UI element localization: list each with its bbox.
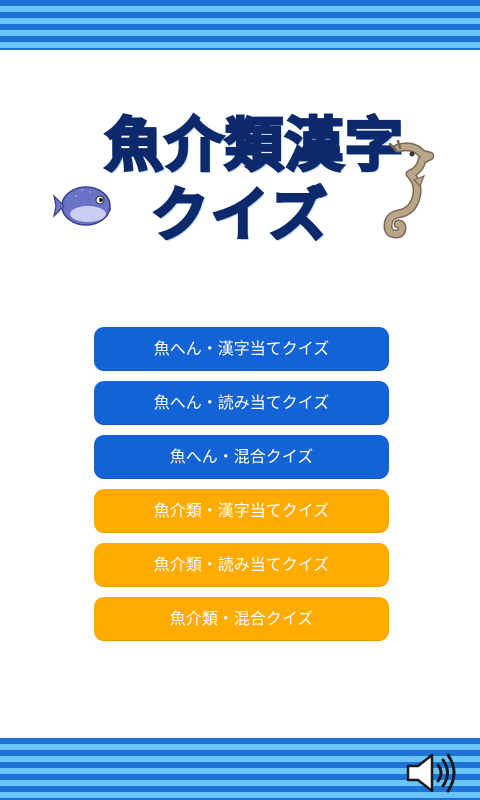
quiz-button-fish-radical-kanji[interactable]: 魚へん・漢字当てクイズ — [94, 327, 389, 371]
speaker-icon[interactable] — [404, 750, 460, 796]
seahorse-icon — [383, 140, 434, 239]
pufferfish-icon — [53, 186, 112, 226]
top-stripe-band — [0, 0, 480, 50]
quiz-button-fish-radical-reading[interactable]: 魚へん・読み当てクイズ — [94, 381, 389, 425]
quiz-button-fish-radical-mixed[interactable]: 魚へん・混合クイズ — [94, 435, 389, 479]
quiz-button-seafood-kanji[interactable]: 魚介類・漢字当てクイズ — [94, 489, 389, 533]
quiz-menu: 魚へん・漢字当てクイズ 魚へん・読み当てクイズ 魚へん・混合クイズ 魚介類・漢字… — [94, 327, 389, 651]
quiz-button-seafood-reading[interactable]: 魚介類・読み当てクイズ — [94, 543, 389, 587]
quiz-button-seafood-mixed[interactable]: 魚介類・混合クイズ — [94, 597, 389, 641]
